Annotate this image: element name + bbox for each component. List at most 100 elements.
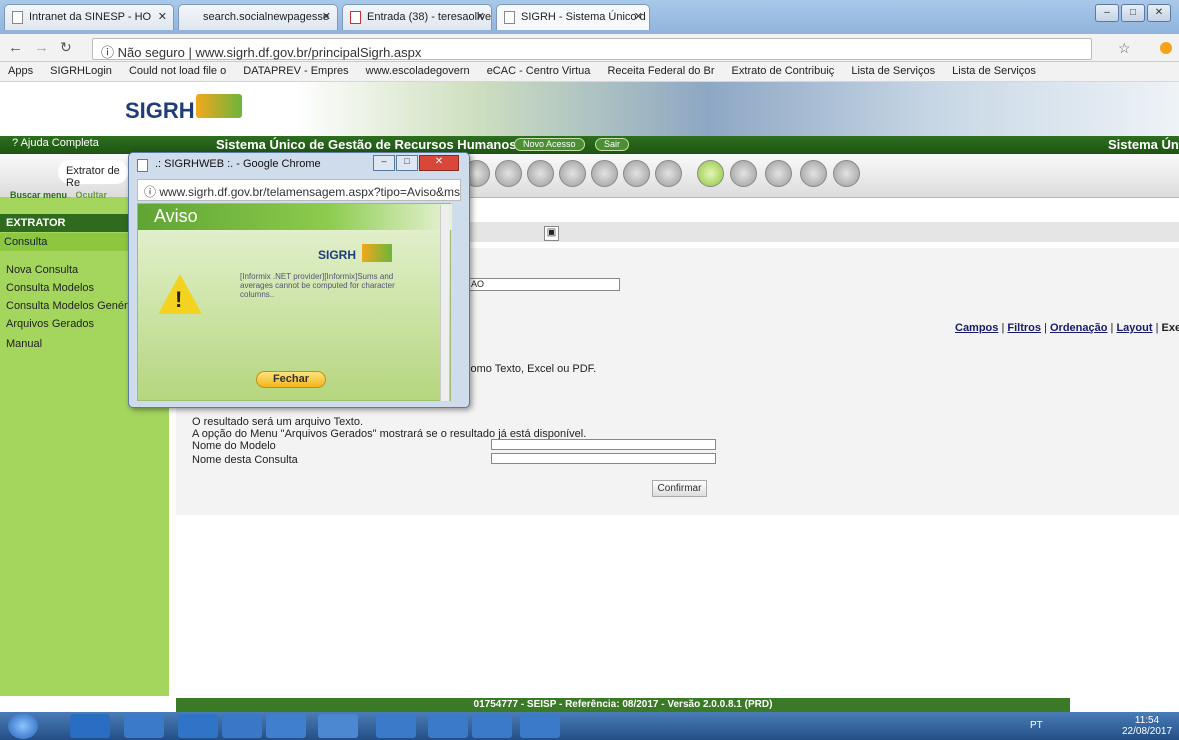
bookmark-item[interactable]: eCAC - Centro Virtua (487, 65, 591, 77)
tab-label: Intranet da SINESP - HO (29, 11, 152, 23)
minimize-icon[interactable]: – (1095, 4, 1119, 22)
status-footer: 01754777 - SEISP - Referência: 08/2017 -… (176, 698, 1070, 712)
popup-window-controls: – □ ✕ (373, 155, 459, 171)
explorer-icon[interactable] (124, 714, 164, 738)
sigrh-logo: SIGRH (125, 98, 195, 123)
reload-icon[interactable]: ↻ (60, 39, 72, 56)
close-icon[interactable]: ✕ (634, 10, 643, 23)
aviso-popup-window: .: SIGRHWEB :. - Google Chrome – □ ✕ ⓘ w… (128, 152, 470, 408)
bookmark-item[interactable]: www.escoladegovern (366, 65, 470, 77)
network-icon[interactable] (376, 714, 416, 738)
paint-icon[interactable] (472, 714, 512, 738)
word-icon[interactable] (428, 714, 468, 738)
sidebar-item-arquivos-gerados[interactable]: Arquivos Gerados (6, 318, 94, 330)
windows-taskbar (0, 712, 1179, 740)
result-text: O resultado será um arquivo Texto. (192, 416, 363, 428)
bookmark-apps[interactable]: Apps (8, 65, 33, 77)
model-name-field[interactable] (491, 439, 716, 450)
sidebar-item-manual[interactable]: Manual (6, 338, 42, 350)
excel-icon[interactable] (520, 714, 560, 738)
popup-sigrh-logo: SIGRH (318, 248, 357, 262)
fechar-button[interactable]: Fechar (256, 371, 326, 388)
extrator-tab[interactable]: Extrator de Re (58, 160, 128, 189)
tools-icon[interactable] (623, 160, 650, 187)
page-icon (12, 11, 23, 24)
close-icon[interactable]: ✕ (1147, 4, 1171, 22)
help-icon: ? (12, 137, 19, 149)
system-title-right: Sistema Ún (1108, 137, 1179, 152)
bookmark-item[interactable]: Lista de Serviços (952, 65, 1036, 77)
firefox-icon[interactable] (222, 714, 262, 738)
security-label: Não seguro (117, 45, 185, 60)
window-controls: – □ ✕ (1095, 4, 1171, 22)
logo-graphic (196, 94, 242, 118)
save-icon[interactable]: ▣ (544, 226, 559, 241)
popup-scrollbar[interactable] (440, 205, 449, 401)
close-icon[interactable]: ✕ (476, 10, 485, 23)
tab-label: SIGRH - Sistema Único d (521, 11, 646, 23)
powerpoint-icon[interactable] (266, 714, 306, 738)
bookmark-item[interactable]: DATAPREV - Empres (243, 65, 348, 77)
forward-icon[interactable]: → (34, 39, 49, 56)
url-text: www.sigrh.df.gov.br/principalSigrh.aspx (195, 45, 422, 60)
key-icon[interactable] (559, 160, 586, 187)
warning-exclamation: ! (175, 287, 183, 312)
confirm-button[interactable]: Confirmar (652, 480, 707, 497)
link-campos[interactable]: Campos (955, 322, 998, 334)
query-name-field[interactable] (491, 453, 716, 464)
outlook-icon[interactable] (70, 714, 110, 738)
query-input[interactable]: AO (460, 278, 620, 291)
star-icon[interactable]: ☆ (1118, 40, 1131, 57)
ie-icon[interactable] (178, 714, 218, 738)
clock-icon[interactable] (765, 160, 792, 187)
extension-icon[interactable] (1160, 42, 1172, 54)
system-title: Sistema Único de Gestão de Recursos Huma… (216, 137, 517, 152)
help-link[interactable]: ? Ajuda Completa (12, 137, 99, 149)
tab-label: Entrada (38) - teresaolive (367, 11, 492, 23)
bookmark-item[interactable]: Lista de Serviços (851, 65, 935, 77)
link-layout[interactable]: Layout (1116, 322, 1152, 334)
sidebar-item-modelos-genericos[interactable]: Consulta Modelos Genéricos (6, 300, 147, 312)
url-field[interactable]: ⓘ Não seguro | www.sigrh.df.gov.br/princ… (92, 38, 1092, 60)
close-icon[interactable]: ✕ (322, 10, 331, 23)
gmail-icon (350, 11, 361, 24)
tab-search[interactable]: search.socialnewpagesse ✕ (178, 4, 338, 30)
plus-icon[interactable] (655, 160, 682, 187)
tab-gmail[interactable]: Entrada (38) - teresaolive ✕ (342, 4, 492, 30)
extrator-icon[interactable] (697, 160, 724, 187)
chart2-icon[interactable] (800, 160, 827, 187)
info-icon: ⓘ (101, 45, 118, 60)
language-indicator[interactable]: PT (1030, 720, 1043, 731)
sair-button[interactable]: Sair (595, 138, 630, 151)
tab-sigrh[interactable]: SIGRH - Sistema Único d ✕ (496, 4, 650, 30)
maximize-icon[interactable]: □ (1121, 4, 1145, 22)
start-icon[interactable] (8, 713, 38, 739)
bookmark-item[interactable]: Extrato de Contribuiç (732, 65, 835, 77)
sidebar-item-nova-consulta[interactable]: Nova Consulta (6, 264, 78, 276)
link-ordenacao[interactable]: Ordenação (1050, 322, 1107, 334)
doc-icon[interactable] (495, 160, 522, 187)
chart-icon[interactable] (730, 160, 757, 187)
tab-intranet[interactable]: Intranet da SINESP - HO ✕ (4, 4, 174, 30)
aviso-heading: Aviso (154, 206, 198, 226)
bookmark-item[interactable]: Could not load file o (129, 65, 226, 77)
link-filtros[interactable]: Filtros (1007, 322, 1041, 334)
link-execucao[interactable]: Execução (1162, 322, 1179, 334)
chrome-icon[interactable] (318, 714, 358, 738)
maximize-icon[interactable]: □ (396, 155, 418, 171)
popup-url-field[interactable]: ⓘ www.sigrh.df.gov.br/telamensagem.aspx?… (137, 179, 461, 201)
close-icon[interactable]: ✕ (158, 10, 167, 23)
clock[interactable]: 11:54 22/08/2017 (1122, 715, 1172, 737)
clock-time: 11:54 (1134, 715, 1160, 726)
minimize-icon[interactable]: – (373, 155, 395, 171)
page-icon (137, 159, 148, 172)
sidebar-item-consulta-modelos[interactable]: Consulta Modelos (6, 282, 94, 294)
gear-icon[interactable] (527, 160, 554, 187)
flag-icon[interactable] (833, 160, 860, 187)
back-icon[interactable]: ← (8, 39, 23, 56)
close-icon[interactable]: ✕ (419, 155, 459, 171)
bookmark-item[interactable]: SIGRHLogin (50, 65, 112, 77)
book-icon[interactable] (591, 160, 618, 187)
bookmark-item[interactable]: Receita Federal do Br (607, 65, 714, 77)
novo-acesso-button[interactable]: Novo Acesso (514, 138, 585, 151)
